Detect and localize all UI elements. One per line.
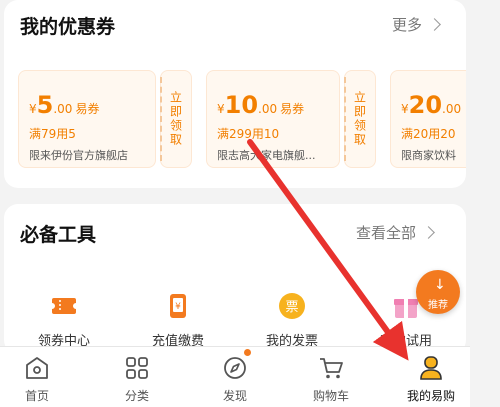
tab-cart[interactable]: 购物车 [296,347,366,407]
recommend-floating-button[interactable]: ↓ 推荐 [416,270,460,314]
tools-card: 必备工具 查看全部 领券中心 ¥ 充值缴费 票 我的发票 我的试用 [4,204,466,354]
tab-discover[interactable]: 发现 [200,347,270,407]
tab-label: 分类 [124,389,149,403]
notification-dot [244,349,251,356]
claim-button[interactable]: 立即领取 [160,70,192,168]
chevron-right-icon [428,18,441,31]
tools-title: 必备工具 [20,224,97,246]
chevron-right-icon [422,226,435,239]
coupon-list[interactable]: ¥5.00 易券 满79用5 限来伊份官方旗舰店 立即领取 ¥10.00 易券 满2… [18,70,466,170]
coupon-amount: ¥5.00 易券 [29,91,100,119]
more-label: 更多 [392,16,423,34]
svg-text:票: 票 [285,300,298,315]
coupon-store: 限商家饮料 [401,149,456,162]
cart-icon [320,358,343,379]
tab-label: 我的易购 [406,389,455,403]
tab-label: 首页 [24,389,49,403]
coupon-amount: ¥20.00 [401,91,462,119]
compass-icon [224,357,246,379]
tab-label: 发现 [222,389,247,403]
invoice-icon: 票 [279,293,305,319]
coupon-condition: 满79用5 [29,127,76,141]
coupon-card[interactable]: ¥20.00 满20用20 限商家饮料 [390,70,466,168]
tab-my-yigou[interactable]: 我的易购 [396,347,466,407]
view-all-label: 查看全部 [356,224,417,242]
coupons-title: 我的优惠券 [20,16,116,38]
coupons-more-link[interactable]: 更多 [392,14,441,35]
claim-button[interactable]: 立即领取 [344,70,376,168]
profile-icon [420,356,442,380]
ticket-icon [50,298,78,314]
recommend-label: 推荐 [428,300,448,311]
coupon-card[interactable]: ¥10.00 易券 满299用10 限志高大家电旗舰... [206,70,340,168]
coupon-amount: ¥10.00 易券 [217,91,305,119]
download-arrow-icon: ↓ [434,277,446,293]
tab-home[interactable]: 首页 [2,347,72,407]
tab-category[interactable]: 分类 [102,347,172,407]
home-icon [26,357,48,379]
svg-text:¥: ¥ [175,302,181,312]
coupon-store: 限志高大家电旗舰... [217,149,316,162]
coupon-card[interactable]: ¥5.00 易券 满79用5 限来伊份官方旗舰店 [18,70,156,168]
category-icon [126,357,148,379]
coupon-condition: 满299用10 [217,127,280,141]
coupon-store: 限来伊份官方旗舰店 [29,149,128,162]
tab-label: 购物车 [312,389,349,403]
phone-recharge-icon: ¥ [170,294,186,318]
tools-view-all-link[interactable]: 查看全部 [356,222,435,243]
bottom-tab-bar: 首页 分类 发现 购物车 我的易购 [0,346,470,407]
coupons-card: 我的优惠券 更多 ¥5.00 易券 满79用5 限来伊份官方旗舰店 立即领取 ¥1… [4,0,466,188]
coupon-condition: 满20用20 [401,127,456,141]
